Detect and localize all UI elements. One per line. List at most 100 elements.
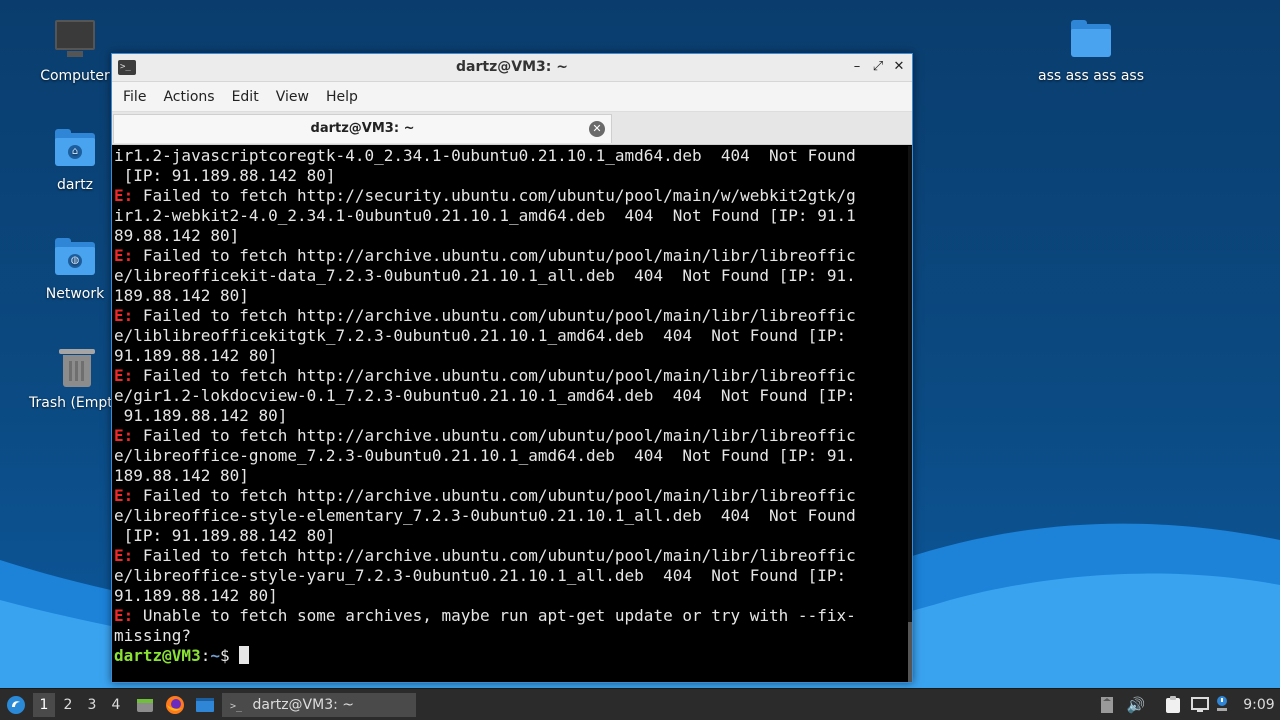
terminal-line-text: 189.88.142 80] — [114, 466, 249, 485]
terminal-line-text: e/libreofficekit-data_7.2.3-0ubuntu0.21.… — [114, 266, 856, 285]
update-notifier-icon[interactable] — [1215, 693, 1229, 717]
terminal-line-text: missing? — [114, 626, 192, 645]
terminal-line: 91.189.88.142 80] — [114, 586, 910, 606]
desktop-icon-home[interactable]: ⌂ dartz — [25, 127, 125, 193]
desktop-icon-label: Trash (Empt — [29, 395, 112, 411]
terminal-line-text: ir1.2-webkit2-4.0_2.34.1-0ubuntu0.21.10.… — [114, 206, 856, 225]
terminal-line: missing? — [114, 626, 910, 646]
terminal-line-text: Failed to fetch http://archive.ubuntu.co… — [133, 246, 856, 265]
error-prefix: E: — [114, 486, 134, 505]
terminal-line-text: Failed to fetch http://archive.ubuntu.co… — [133, 486, 856, 505]
tab-close-icon[interactable]: ✕ — [589, 121, 605, 137]
menu-actions[interactable]: Actions — [156, 89, 221, 105]
menu-bar: File Actions Edit View Help — [112, 82, 912, 112]
terminal-window: >_ dartz@VM3: ~ – ⤢ ✕ File Actions Edit … — [111, 53, 913, 683]
prompt-path: ~ — [210, 646, 220, 665]
show-desktop-icon[interactable] — [193, 693, 217, 717]
terminal-line: E: Failed to fetch http://archive.ubuntu… — [114, 306, 910, 326]
workspace-4[interactable]: 4 — [105, 693, 127, 717]
terminal-line: ir1.2-javascriptcoregtk-4.0_2.34.1-0ubun… — [114, 146, 910, 166]
terminal-line: e/libreoffice-gnome_7.2.3-0ubuntu0.21.10… — [114, 446, 910, 466]
terminal-line-text: e/gir1.2-lokdocview-0.1_7.2.3-0ubuntu0.2… — [114, 386, 856, 405]
terminal-line-text: Failed to fetch http://security.ubuntu.c… — [133, 186, 856, 205]
terminal-line-text: Unable to fetch some archives, maybe run… — [133, 606, 856, 625]
menu-view[interactable]: View — [269, 89, 316, 105]
terminal-line-text: 89.88.142 80] — [114, 226, 240, 245]
terminal-line: 189.88.142 80] — [114, 466, 910, 486]
terminal-line-text: e/liblibreofficekitgtk_7.2.3-0ubuntu0.21… — [114, 326, 847, 345]
terminal-line: E: Failed to fetch http://security.ubunt… — [114, 186, 910, 206]
terminal-line: E: Failed to fetch http://archive.ubuntu… — [114, 546, 910, 566]
terminal-line-text: e/libreoffice-style-elementary_7.2.3-0ub… — [114, 506, 856, 525]
error-prefix: E: — [114, 246, 134, 265]
terminal-line-text: e/libreoffice-gnome_7.2.3-0ubuntu0.21.10… — [114, 446, 856, 465]
minimize-button[interactable]: – — [848, 58, 866, 76]
menu-file[interactable]: File — [116, 89, 153, 105]
desktop-icon-computer[interactable]: Computer — [25, 18, 125, 84]
menu-edit[interactable]: Edit — [225, 89, 266, 105]
terminal-line-text: 91.189.88.142 80] — [114, 406, 288, 425]
terminal-line-text: Failed to fetch http://archive.ubuntu.co… — [133, 306, 856, 325]
terminal-scrollbar[interactable] — [908, 146, 912, 682]
terminal-line: e/gir1.2-lokdocview-0.1_7.2.3-0ubuntu0.2… — [114, 386, 910, 406]
file-manager-launcher-icon[interactable] — [134, 693, 156, 717]
terminal-output[interactable]: ir1.2-javascriptcoregtk-4.0_2.34.1-0ubun… — [112, 146, 912, 682]
workspace-1[interactable]: 1 — [33, 693, 55, 717]
home-folder-icon: ⌂ — [53, 127, 97, 171]
terminal-line-text: ir1.2-javascriptcoregtk-4.0_2.34.1-0ubun… — [114, 146, 856, 165]
tab-bar: dartz@VM3: ~ ✕ — [112, 112, 912, 145]
error-prefix: E: — [114, 366, 134, 385]
terminal-line-text: [IP: 91.189.88.142 80] — [114, 526, 336, 545]
close-button[interactable]: ✕ — [890, 58, 908, 76]
scrollbar-thumb[interactable] — [908, 622, 912, 682]
terminal-line-text: e/libreoffice-style-yaru_7.2.3-0ubuntu0.… — [114, 566, 847, 585]
notes-icon[interactable] — [1098, 693, 1116, 717]
terminal-line: 89.88.142 80] — [114, 226, 910, 246]
terminal-line-text: 91.189.88.142 80] — [114, 346, 278, 365]
clock[interactable]: 9:09 — [1240, 693, 1278, 717]
desktop-icon-label: dartz — [56, 177, 94, 193]
prompt-symbol: $ — [219, 646, 240, 665]
taskbar-window-label: dartz@VM3: ~ — [252, 697, 355, 713]
folder-icon — [1069, 18, 1113, 62]
terminal-line: [IP: 91.189.88.142 80] — [114, 166, 910, 186]
desktop-icon-label: Network — [45, 286, 105, 302]
prompt-separator: : — [200, 646, 211, 665]
taskbar-window-button[interactable]: >_ dartz@VM3: ~ — [222, 693, 416, 717]
desktop-icon-network[interactable]: ◍ Network — [25, 236, 125, 302]
desktop-icon-label: ass ass ass ass — [1037, 68, 1145, 84]
desktop-icon-folder[interactable]: ass ass ass ass — [1031, 18, 1151, 84]
error-prefix: E: — [114, 306, 134, 325]
error-prefix: E: — [114, 426, 134, 445]
volume-icon[interactable]: 🔊 — [1126, 693, 1146, 717]
prompt-line[interactable]: dartz@VM3:~$ — [114, 646, 910, 666]
terminal-line: e/liblibreofficekitgtk_7.2.3-0ubuntu0.21… — [114, 326, 910, 346]
terminal-line: e/libreoffice-style-yaru_7.2.3-0ubuntu0.… — [114, 566, 910, 586]
tab-label: dartz@VM3: ~ — [310, 121, 415, 136]
network-tray-icon[interactable] — [1190, 693, 1210, 717]
terminal-line: E: Failed to fetch http://archive.ubuntu… — [114, 366, 910, 386]
terminal-line: [IP: 91.189.88.142 80] — [114, 526, 910, 546]
workspace-2[interactable]: 2 — [57, 693, 79, 717]
workspace-3[interactable]: 3 — [81, 693, 103, 717]
taskbar: 1 2 3 4 >_ dartz@VM3: ~ 🔊 9:09 — [0, 688, 1280, 720]
terminal-line-text: [IP: 91.189.88.142 80] — [114, 166, 336, 185]
terminal-tab[interactable]: dartz@VM3: ~ ✕ — [113, 114, 612, 143]
terminal-line-text: 189.88.142 80] — [114, 286, 249, 305]
terminal-line-text: 91.189.88.142 80] — [114, 586, 278, 605]
window-titlebar[interactable]: >_ dartz@VM3: ~ – ⤢ ✕ — [112, 54, 912, 82]
firefox-launcher-icon[interactable] — [163, 693, 187, 717]
menu-help[interactable]: Help — [319, 89, 365, 105]
terminal-line: E: Failed to fetch http://archive.ubuntu… — [114, 486, 910, 506]
terminal-cursor — [239, 646, 250, 664]
app-menu-icon[interactable] — [4, 693, 28, 717]
clipboard-icon[interactable] — [1163, 693, 1183, 717]
window-title: dartz@VM3: ~ — [456, 59, 568, 75]
desktop-icon-label: Computer — [40, 68, 110, 84]
terminal-line: e/libreoffice-style-elementary_7.2.3-0ub… — [114, 506, 910, 526]
maximize-button[interactable]: ⤢ — [869, 58, 887, 76]
desktop-icon-trash[interactable]: Trash (Empt — [25, 345, 112, 411]
error-prefix: E: — [114, 546, 134, 565]
terminal-line: E: Failed to fetch http://archive.ubuntu… — [114, 426, 910, 446]
prompt-user-host: dartz@VM3 — [114, 646, 201, 665]
